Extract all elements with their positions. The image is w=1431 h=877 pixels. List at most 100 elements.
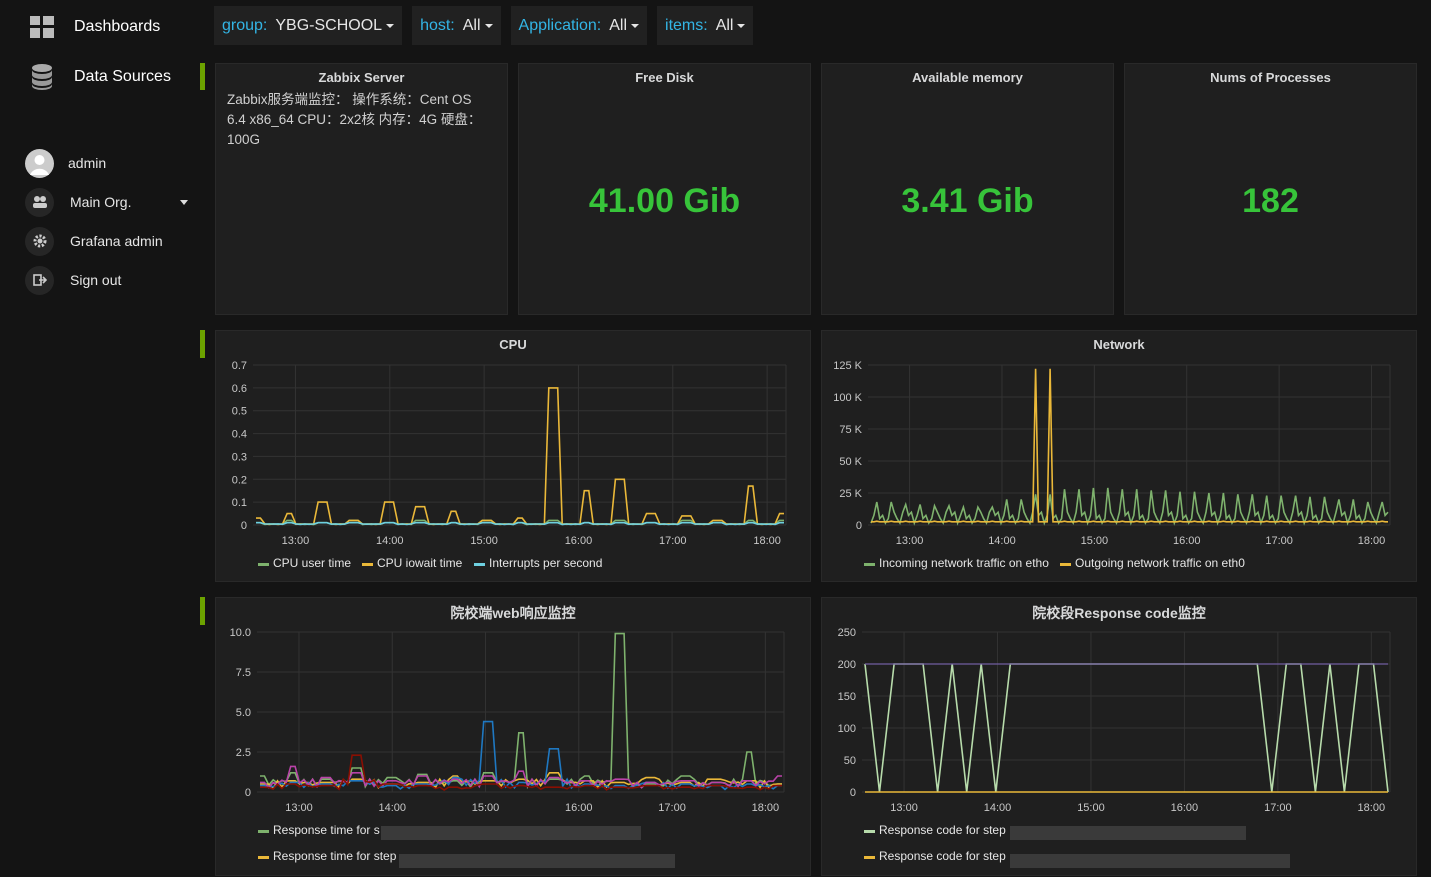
sidebar-item-dashboards[interactable]: Dashboards [0,2,200,52]
x-tick-label: 17:00 [658,802,686,814]
x-tick-label: 15:00 [1081,535,1109,547]
x-tick-label: 16:00 [1171,802,1199,814]
sidebar-item-label: Data Sources [74,68,171,85]
x-tick-label: 15:00 [470,535,498,547]
redacted-text [1010,854,1290,868]
x-tick-label: 13:00 [896,535,924,547]
x-tick-label: 13:00 [285,802,313,814]
legend-swatch [362,563,373,566]
grafana-admin-label: Grafana admin [70,233,163,249]
legend-swatch [864,830,875,833]
chevron-down-icon [180,200,188,205]
cpu-chart: 0 0.1 0.2 0.3 0.4 0.5 0.6 0.7 13:00 14:00 15:00 16:… [232,360,787,570]
text-panel: Zabbix Server Zabbix服务端监控： 操作系统：Cent OS … [215,63,508,315]
variable-value: YBG-SCHOOL [275,16,383,34]
x-tick-label: 18:00 [1358,535,1386,547]
text-line: 100G [227,132,261,147]
user-profile[interactable]: admin [25,148,200,178]
row-marker[interactable] [200,330,205,358]
x-tick-label: 17:00 [659,535,687,547]
graph-panel-cpu: CPU 0 0.1 0.2 0.3 0.4 0.5 0.6 0.7 13:00 14:00 15:0… [215,330,811,582]
panel-title[interactable]: Zabbix Server [216,70,507,85]
legend-item[interactable]: Interrupts per second [489,556,602,570]
variable-value: All [609,16,628,34]
x-tick-label: 16:00 [565,802,593,814]
row-marker[interactable] [200,597,205,625]
redacted-text [381,826,641,840]
x-tick-label: 15:00 [1077,802,1105,814]
y-tick-label: 0.2 [232,474,247,486]
panel-title[interactable]: Free Disk [519,70,810,85]
graph-panel-web-response: 院校端web响应监控 0 2.5 5.0 7.5 10.0 13:00 14:00 15:00… [215,597,811,876]
y-tick-label: 75 K [839,424,862,436]
caret-down-icon [631,23,640,28]
variable-value: All [462,16,481,34]
singlestat-free-disk: Free Disk 41.00 Gib [518,63,811,315]
x-tick-label: 16:00 [1173,535,1201,547]
y-tick-label: 0.4 [232,429,247,441]
legend-swatch [864,856,875,859]
grafana-admin-link[interactable]: Grafana admin [25,226,200,256]
variable-items[interactable]: items: All [657,6,754,45]
legend-swatch [1060,563,1071,566]
x-tick-label: 17:00 [1265,535,1293,547]
x-tick-label: 18:00 [753,535,781,547]
variable-label: items: [665,16,708,34]
sign-out-link[interactable]: Sign out [25,265,200,295]
variable-host[interactable]: host: All [412,6,501,45]
legend-item[interactable]: Response time for step [273,849,397,863]
legend-item[interactable]: Incoming network traffic on etho [879,556,1049,570]
legend-item[interactable]: Outgoing network traffic on eth0 [1075,556,1245,570]
legend-swatch [258,856,269,859]
row-marker[interactable] [200,63,205,90]
y-tick-label: 0.3 [232,451,247,463]
legend-item[interactable]: Response code for step [879,849,1006,863]
legend-item[interactable]: Response time for s [273,823,380,837]
y-tick-label: 0.7 [232,360,247,372]
y-tick-label: 0.6 [232,383,247,395]
sign-out-icon [25,265,54,295]
y-tick-label: 0 [856,520,862,532]
avatar [25,148,54,178]
database-icon [30,64,54,90]
sidebar: Dashboards Data Sources admin Main Org. … [0,0,200,876]
text-line: Zabbix服务端监控： 操作系统：Cent OS [227,92,472,107]
variable-label: host: [420,16,455,34]
y-tick-label: 250 [838,627,856,639]
x-tick-label: 18:00 [752,802,780,814]
y-tick-label: 25 K [839,488,862,500]
org-name: Main Org. [70,194,132,210]
redacted-text [399,854,675,868]
x-tick-label: 14:00 [376,535,404,547]
caret-down-icon [484,23,493,28]
legend-item[interactable]: Response code for step [879,823,1006,837]
legend-item[interactable]: CPU user time [273,556,351,570]
y-tick-label: 2.5 [236,747,251,759]
graph-panel-response-code: 院校段Response code监控 0 50 100 150 200 250 13:00 1… [821,597,1417,876]
variable-group[interactable]: group: YBG-SCHOOL [214,6,403,45]
x-tick-label: 16:00 [565,535,593,547]
org-switcher[interactable]: Main Org. [25,187,200,217]
sign-out-label: Sign out [70,272,122,288]
y-tick-label: 0 [245,787,251,799]
y-tick-label: 200 [838,659,856,671]
sidebar-item-data-sources[interactable]: Data Sources [0,52,200,102]
legend-swatch [864,563,875,566]
panel-title[interactable]: Nums of Processes [1125,70,1416,85]
legend-swatch [474,563,485,566]
y-tick-label: 100 [838,723,856,735]
network-chart: 0 25 K 50 K 75 K 100 K 125 K 13:00 14:00 15:00 16… [833,360,1391,570]
y-tick-label: 150 [838,691,856,703]
legend-item[interactable]: CPU iowait time [377,556,463,570]
legend-swatch [258,563,269,566]
dashboards-icon [30,15,54,39]
gear-icon [25,226,54,256]
y-tick-label: 100 K [833,392,862,404]
series-line [256,521,784,526]
series-line [260,632,782,790]
text-line: 6.4 x86_64 CPU：2x2核 内存：4G 硬盘： [227,112,482,127]
panel-title[interactable]: Available memory [822,70,1113,85]
y-tick-label: 50 [844,755,856,767]
variable-application[interactable]: Application: All [510,6,648,45]
y-tick-label: 10.0 [230,627,251,639]
